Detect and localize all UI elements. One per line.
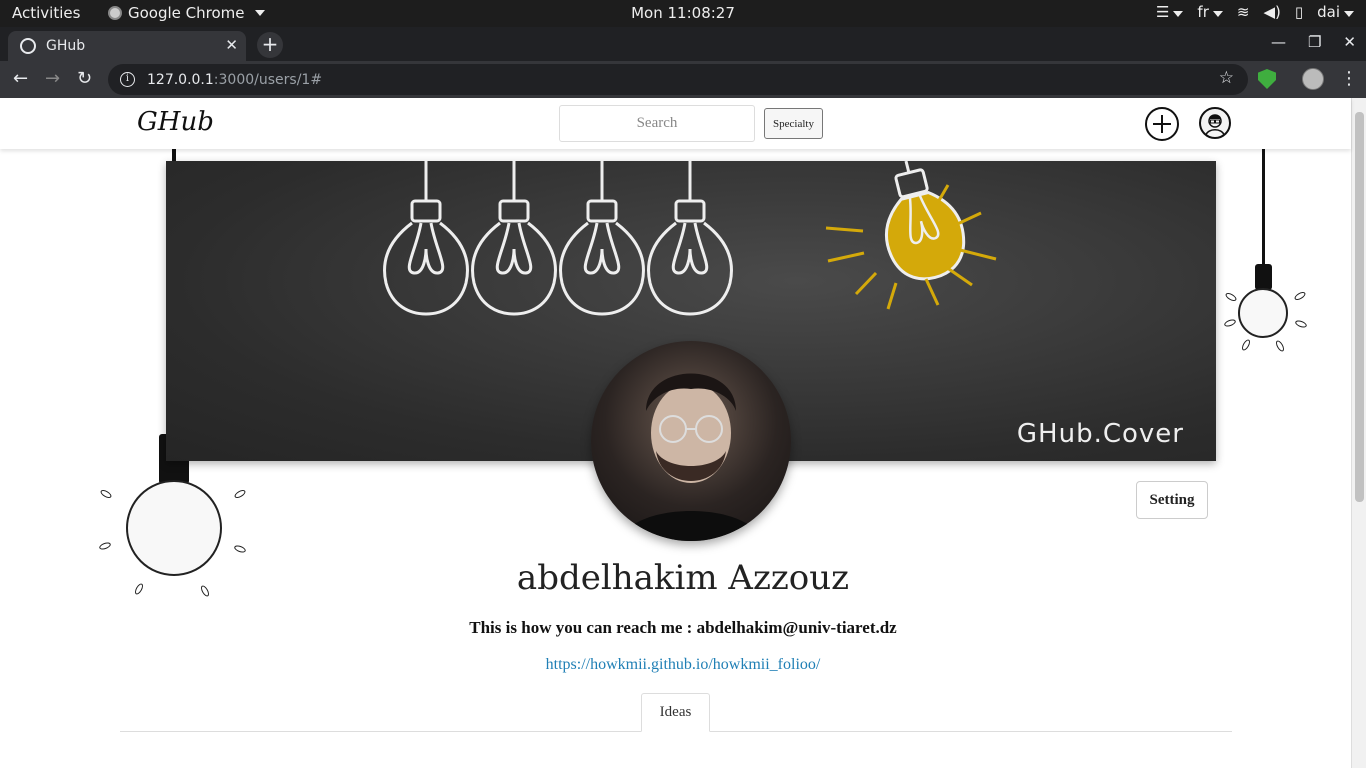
page-scrollbar[interactable] [1351, 98, 1366, 768]
shield-extension-icon[interactable] [1258, 69, 1276, 89]
activities-button[interactable]: Activities [12, 4, 80, 22]
user-menu[interactable]: dai [1317, 3, 1354, 21]
app-menu-label: Google Chrome [128, 4, 245, 22]
bulb-cord [172, 148, 176, 162]
input-method-icon[interactable]: ☰ [1156, 3, 1184, 21]
user-avatar[interactable] [1199, 107, 1231, 139]
search-input[interactable] [559, 105, 755, 142]
url-path: :3000/users/1# [213, 71, 323, 88]
add-plus-icon[interactable] [1145, 107, 1179, 141]
bookmark-star-icon[interactable]: ☆ [1219, 68, 1234, 88]
profile-link[interactable]: https://howkmii.github.io/howkmii_folioo… [546, 656, 821, 673]
window-close-icon[interactable]: ✕ [1343, 33, 1356, 51]
bulb-cap [1255, 264, 1272, 290]
battery-icon[interactable]: ▯ [1295, 3, 1303, 21]
profile-avatar[interactable] [1302, 68, 1324, 90]
app-menu[interactable]: Google Chrome [108, 4, 265, 22]
browser-tab[interactable]: GHub ✕ [8, 31, 246, 61]
info-icon[interactable]: i [120, 72, 135, 87]
back-icon[interactable]: ← [13, 68, 28, 89]
clock[interactable]: Mon 11:08:27 [631, 4, 735, 22]
chrome-icon [108, 6, 122, 20]
browser-toolbar: ← → ↻ i 127.0.0.1:3000/users/1# ☆ ⋮ [0, 61, 1366, 98]
system-top-bar: Activities Google Chrome Mon 11:08:27 ☰ … [0, 0, 1366, 27]
tab-strip: GHub ✕ + — ❐ ✕ [0, 27, 1366, 61]
url-host: 127.0.0.1 [147, 71, 214, 88]
language-selector[interactable]: fr [1197, 3, 1223, 21]
tab-title: GHub [46, 38, 86, 54]
profile-name: abdelhakim Azzouz [516, 558, 850, 598]
setting-button[interactable]: Setting [1136, 481, 1208, 519]
reload-icon[interactable]: ↻ [77, 68, 92, 89]
minimize-icon[interactable]: — [1271, 33, 1286, 51]
page-viewport: GHub Specialty [0, 98, 1366, 768]
profile-contact: This is how you can reach me : abdelhaki… [469, 618, 897, 637]
volume-icon[interactable]: ◀) [1263, 3, 1280, 21]
right-bulb-icon [1238, 288, 1288, 338]
forward-icon[interactable]: → [45, 68, 60, 89]
specialty-button[interactable]: Specialty [764, 108, 823, 139]
cover-tag: GHub.Cover [1016, 419, 1184, 449]
tab-ideas[interactable]: Ideas [641, 693, 710, 732]
wifi-icon[interactable]: ≋ [1237, 3, 1250, 21]
address-bar[interactable]: i 127.0.0.1:3000/users/1# ☆ [108, 64, 1248, 95]
new-tab-button[interactable]: + [257, 32, 283, 58]
chevron-down-icon [254, 10, 265, 16]
close-icon[interactable]: ✕ [225, 36, 238, 54]
site-navbar: GHub Specialty [0, 98, 1351, 149]
profile-picture[interactable] [591, 341, 791, 541]
menu-kebab-icon[interactable]: ⋮ [1340, 68, 1358, 89]
scrollbar-thumb[interactable] [1355, 112, 1364, 502]
bulb-cord [1262, 148, 1265, 266]
site-brand-logo[interactable]: GHub [137, 107, 214, 137]
restore-icon[interactable]: ❐ [1308, 33, 1321, 51]
globe-icon [20, 38, 36, 54]
